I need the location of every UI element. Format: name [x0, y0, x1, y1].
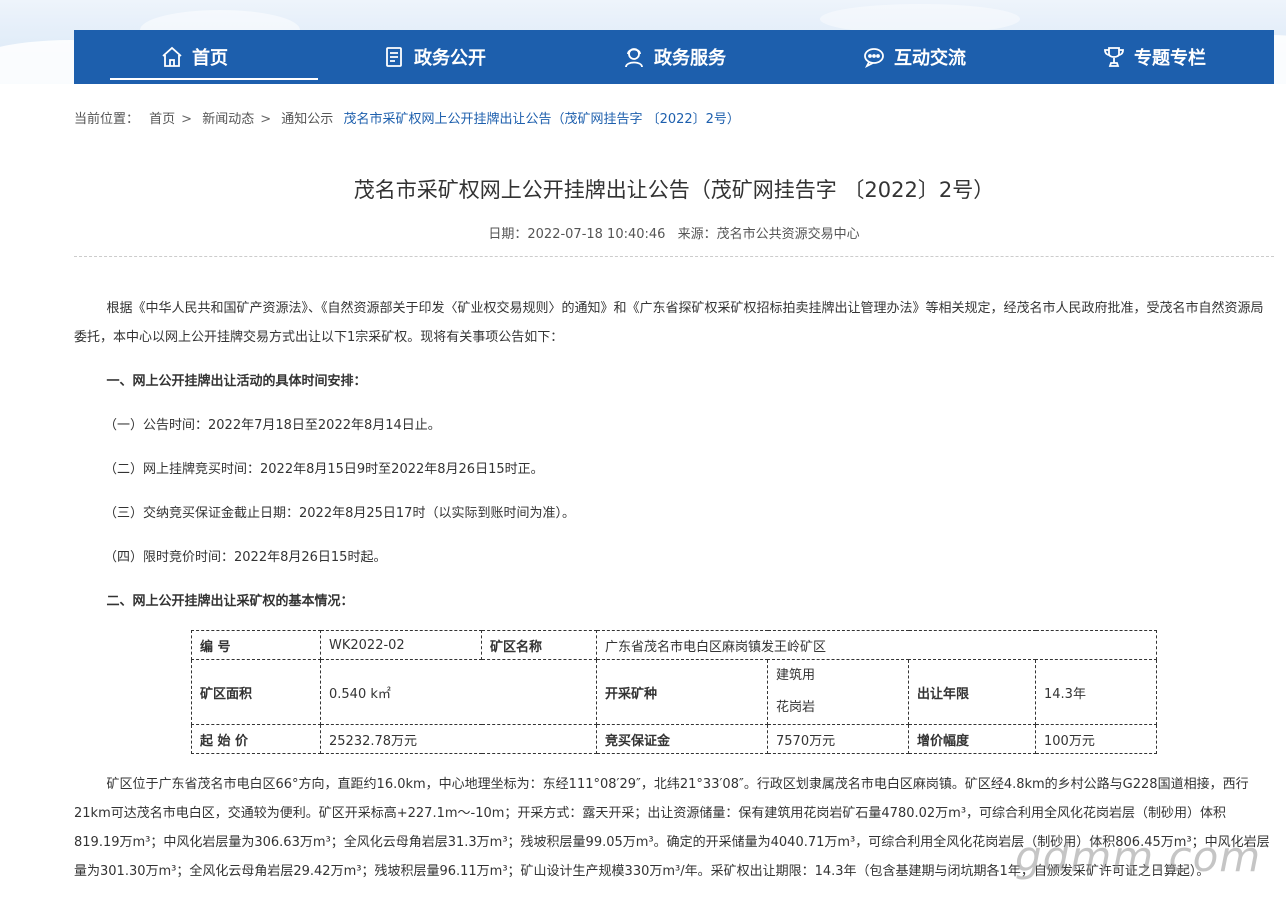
breadcrumb-link-notices[interactable]: 通知公示 [281, 112, 333, 127]
chat-icon [864, 48, 884, 69]
breadcrumb-link-news[interactable]: 新闻动态 [202, 112, 254, 127]
table-row: 矿区面积 0.540 k㎡ 开采矿种 建筑用 花岗岩 出让年限 14.3年 [191, 659, 1157, 725]
table-row: 编 号 WK2022-02 矿区名称 广东省茂名市电白区麻岗镇发王岭矿区 [191, 630, 1157, 660]
table-header-cell: 矿区面积 [191, 659, 321, 725]
table-cell: 7570万元 [767, 724, 909, 754]
table-header-cell: 矿区名称 [481, 630, 597, 660]
nav-interaction-label: 互动交流 [894, 48, 966, 69]
mine-info-table: 编 号 WK2022-02 矿区名称 广东省茂名市电白区麻岗镇发王岭矿区 矿区面… [191, 630, 1157, 754]
breadcrumb-link-home[interactable]: 首页 [149, 112, 175, 127]
date-label: 日期： [488, 227, 528, 242]
home-icon [162, 46, 182, 67]
title-divider [74, 256, 1274, 257]
main-nav: 首页 政务公开 政务服务 互动交流 专题专栏 [74, 30, 1274, 84]
site-watermark: gdmm.com [1015, 832, 1262, 881]
table-header-cell: 竞买保证金 [596, 724, 768, 754]
source-label: 来源： [677, 227, 717, 242]
table-cell: WK2022-02 [320, 630, 482, 660]
nav-home-label: 首页 [192, 48, 228, 69]
nav-home[interactable]: 首页 [74, 30, 318, 84]
mineral-line-2: 花岗岩 [776, 700, 816, 715]
nav-gov-affairs[interactable]: 政务公开 [314, 30, 554, 84]
breadcrumb-separator: > [181, 112, 193, 127]
section-2-heading: 二、网上公开挂牌出让采矿权的基本情况： [106, 594, 354, 609]
breadcrumb-separator: > [260, 112, 272, 127]
nav-gov-affairs-label: 政务公开 [414, 48, 486, 69]
nav-gov-services[interactable]: 政务服务 [554, 30, 794, 84]
breadcrumb-prefix: 当前位置： [74, 112, 140, 127]
article-meta: 日期：2022-07-18 10:40:46 来源：茂名市公共资源交易中心 [74, 223, 1274, 242]
table-header-cell: 出让年限 [908, 659, 1036, 725]
table-header-cell: 开采矿种 [596, 659, 768, 725]
breadcrumb-current[interactable]: 茂名市采矿权网上公开挂牌出让公告（茂矿网挂告字 〔2022〕2号） [343, 112, 740, 127]
table-cell: 广东省茂名市电白区麻岗镇发王岭矿区 [596, 630, 1157, 660]
nav-topics-label: 专题专栏 [1134, 48, 1206, 69]
schedule-item-3: （三）交纳竞买保证金截止日期：2022年8月25日17时（以实际到账时间为准）。 [104, 506, 575, 521]
table-header-cell: 增价幅度 [908, 724, 1036, 754]
table-cell: 100万元 [1035, 724, 1157, 754]
intro-paragraph: 根据《中华人民共和国矿产资源法》、《自然资源部关于印发〈矿业权交易规则〉的通知》… [74, 301, 1264, 345]
breadcrumb: 当前位置： 首页 > 新闻动态 > 通知公示 茂名市采矿权网上公开挂牌出让公告（茂矿… [74, 108, 746, 127]
nav-topics[interactable]: 专题专栏 [1034, 30, 1274, 84]
trophy-icon [1104, 47, 1124, 67]
article-title: 茂名市采矿权网上公开挂牌出让公告（茂矿网挂告字 〔2022〕2号） [353, 178, 995, 202]
section-1-heading: 一、网上公开挂牌出让活动的具体时间安排： [106, 374, 367, 389]
table-cell: 14.3年 [1035, 659, 1157, 725]
table-cell: 建筑用 花岗岩 [767, 659, 909, 725]
table-cell: 0.540 k㎡ [320, 659, 597, 725]
service-person-icon [625, 48, 643, 68]
nav-gov-services-label: 政务服务 [654, 48, 726, 69]
schedule-item-2: （二）网上挂牌竞买时间：2022年8月15日9时至2022年8月26日15时正。 [104, 462, 544, 477]
table-header-cell: 起 始 价 [191, 724, 321, 754]
table-header-cell: 编 号 [191, 630, 321, 660]
table-row: 起 始 价 25232.78万元 竞买保证金 7570万元 增价幅度 100万元 [191, 724, 1157, 754]
document-icon [386, 47, 402, 67]
mineral-line-1: 建筑用 [776, 668, 816, 683]
schedule-item-4: （四）限时竞价时间：2022年8月26日15时起。 [104, 550, 387, 565]
table-cell: 25232.78万元 [320, 724, 597, 754]
article-date: 2022-07-18 10:40:46 [527, 227, 666, 242]
nav-interaction[interactable]: 互动交流 [794, 30, 1034, 84]
schedule-item-1: （一）公告时间：2022年7月18日至2022年8月14日止。 [104, 418, 441, 433]
article-source: 茂名市公共资源交易中心 [716, 227, 860, 242]
